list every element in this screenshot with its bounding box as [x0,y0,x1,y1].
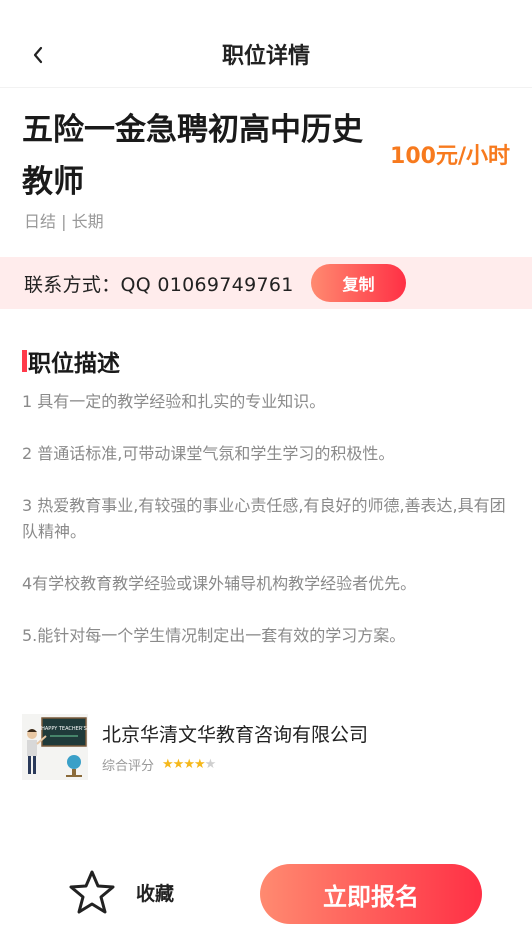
job-title: 五险一金急聘初高中历史教师 [22,112,363,200]
favorite-button[interactable]: 收藏 [68,868,174,916]
star-outline-icon [69,870,115,914]
rating-row: 综合评分 ★★★★★ [102,755,368,774]
rating-stars: ★★★★★ [162,757,217,772]
rating-label: 综合评分 [102,759,155,774]
description-item: 2 普通话标准,可带动课堂气氛和学生学习的积极性。 [22,444,395,463]
description-item: 5.能针对每一个学生情况制定出一套有效的学习方案。 [22,626,406,645]
navigation-bar: 职位详情 [0,0,532,88]
apply-button[interactable]: 立即报名 [260,864,482,924]
star-icon: ★ [162,757,174,772]
star-icon: ★ [193,757,206,772]
star-icon: ★ [172,757,185,772]
svg-text:HAPPY TEACHER'S: HAPPY TEACHER'S [41,726,87,732]
description-item: 4有学校教育教学经验或课外辅导机构教学经验者优先。 [22,574,417,593]
description-item: 3 热爱教育事业,有较强的事业心责任感,有良好的师德,善表达,具有团队精神。 [22,496,506,541]
star-icon: ★ [183,757,195,772]
company-info: 北京华清文华教育咨询有限公司 综合评分 ★★★★★ [102,720,368,774]
description-item: 1 具有一定的教学经验和扎实的专业知识。 [22,392,326,411]
copy-button[interactable]: 复制 [311,264,406,302]
job-salary: 100元/小时 [390,144,510,169]
company-card[interactable]: HAPPY TEACHER'S 北京华清文华教育咨询有限公司 综合评分 ★★★★… [22,714,512,780]
contact-info: 联系方式：QQ 01069749761 [24,274,294,296]
company-name: 北京华清文华教育咨询有限公司 [102,724,369,746]
page-title: 职位详情 [221,44,310,69]
description-header: 职位描述 [22,346,120,377]
job-tags: 日结 | 长期 [24,212,104,231]
section-title: 职位描述 [28,351,120,377]
favorite-label: 收藏 [136,882,175,905]
star-empty-icon: ★ [204,757,217,772]
section-accent-bar [22,350,27,372]
company-logo: HAPPY TEACHER'S [22,714,88,780]
contact-section: 联系方式：QQ 01069749761 复制 [0,257,532,309]
job-description: 1 具有一定的教学经验和扎实的专业知识。 2 普通话标准,可带动课堂气氛和学生学… [22,389,512,675]
